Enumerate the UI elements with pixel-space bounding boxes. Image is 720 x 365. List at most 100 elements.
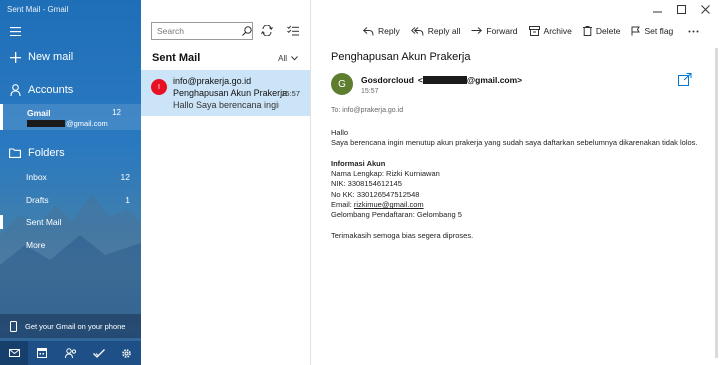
message-toolbar: Reply Reply all Forward Archive Delete S… bbox=[363, 24, 714, 38]
forward-icon bbox=[471, 26, 483, 34]
folder-sent-mail[interactable]: Sent Mail bbox=[0, 212, 141, 232]
account-gmail[interactable]: Gmail 12 @gmail.com bbox=[0, 104, 141, 130]
open-in-new-window-button[interactable] bbox=[678, 73, 692, 87]
folder-name: Drafts bbox=[26, 195, 49, 205]
reply-icon bbox=[363, 26, 374, 36]
search-box[interactable] bbox=[151, 22, 253, 40]
filter-value: All bbox=[278, 54, 287, 63]
reply-all-button[interactable]: Reply all bbox=[410, 26, 461, 36]
email-body: Hallo Saya berencana ingin menutup akun … bbox=[331, 128, 698, 241]
maximize-button[interactable] bbox=[670, 3, 692, 17]
folder-count: 12 bbox=[120, 172, 130, 182]
folder-name: Inbox bbox=[26, 172, 47, 182]
phone-icon bbox=[10, 320, 17, 332]
close-icon bbox=[700, 4, 710, 16]
body-blank bbox=[331, 221, 698, 231]
sender-name: Gosdorcloud bbox=[361, 75, 414, 85]
trash-icon bbox=[582, 26, 592, 36]
body-heading: Informasi Akun bbox=[331, 158, 386, 168]
forward-button[interactable]: Forward bbox=[471, 26, 518, 36]
new-mail-label: New mail bbox=[28, 51, 74, 63]
message-subject: Penghapusan Akun Prakerja bbox=[173, 88, 288, 98]
minimize-icon bbox=[652, 5, 662, 15]
popout-icon bbox=[678, 73, 692, 86]
folders-button[interactable]: Folders bbox=[0, 145, 141, 161]
search-icon[interactable] bbox=[241, 24, 252, 38]
account-unread-count: 12 bbox=[112, 108, 121, 117]
reply-all-icon bbox=[410, 26, 424, 36]
account-email: @gmail.com bbox=[27, 119, 108, 128]
archive-button[interactable]: Archive bbox=[528, 26, 572, 36]
ellipsis-icon bbox=[688, 30, 699, 32]
settings-icon[interactable] bbox=[113, 341, 141, 365]
flag-icon bbox=[631, 26, 641, 36]
list-item[interactable]: I info@prakerja.go.id Penghapusan Akun P… bbox=[141, 70, 310, 116]
set-flag-button[interactable]: Set flag bbox=[631, 26, 673, 36]
reply-button[interactable]: Reply bbox=[363, 26, 400, 36]
archive-label: Archive bbox=[543, 26, 572, 36]
accounts-button[interactable]: Accounts bbox=[0, 82, 141, 98]
body-blank bbox=[331, 149, 698, 159]
people-icon[interactable] bbox=[56, 341, 84, 365]
message-preview: Hallo Saya berencana ingin m bbox=[173, 100, 279, 110]
body-line: Terimakasih semoga bias segera diproses. bbox=[331, 230, 474, 240]
filter-dropdown[interactable]: All bbox=[278, 54, 298, 63]
chevron-down-icon bbox=[291, 54, 298, 63]
sender-line: Gosdorcloud < @gmail.com> bbox=[361, 75, 522, 85]
get-gmail-label: Get your Gmail on your phone bbox=[25, 321, 126, 331]
folder-inbox[interactable]: Inbox 12 bbox=[0, 167, 141, 187]
body-line: Nama Lengkap: Rizki Kurniawan bbox=[331, 169, 440, 179]
folder-title: Sent Mail bbox=[152, 52, 201, 64]
maximize-icon bbox=[676, 4, 686, 16]
person-icon bbox=[8, 83, 22, 97]
todo-icon[interactable] bbox=[85, 341, 113, 365]
scrollbar[interactable] bbox=[715, 48, 718, 358]
sync-icon bbox=[261, 24, 273, 38]
minimize-button[interactable] bbox=[646, 3, 668, 17]
message-list-pane: Sent Mail All I info@prakerja.go.id Peng… bbox=[141, 0, 311, 365]
close-button[interactable] bbox=[694, 3, 716, 17]
sync-button[interactable] bbox=[258, 22, 276, 40]
folder-name: More bbox=[26, 240, 46, 250]
reading-pane: Reply Reply all Forward Archive Delete S… bbox=[311, 0, 720, 365]
sender-email-suffix: @gmail.com> bbox=[466, 75, 523, 85]
folder-name: Sent Mail bbox=[26, 217, 62, 227]
new-mail-button[interactable]: New mail bbox=[0, 49, 141, 65]
folder-icon bbox=[8, 146, 22, 160]
folder-count: 1 bbox=[125, 195, 130, 205]
plus-icon bbox=[8, 50, 22, 64]
accounts-label: Accounts bbox=[28, 84, 74, 96]
window-title: Sent Mail - Gmail bbox=[7, 5, 69, 14]
folder-more[interactable]: More bbox=[0, 235, 141, 255]
calendar-icon[interactable] bbox=[28, 341, 56, 365]
body-line: Gelombang Pendaftaran: Gelombang 5 bbox=[331, 210, 462, 220]
email-link[interactable]: rizkimue@gmail.com bbox=[354, 200, 424, 209]
redacted-box bbox=[27, 120, 65, 127]
email-subject: Penghapusan Akun Prakerja bbox=[331, 51, 471, 63]
reply-all-label: Reply all bbox=[427, 26, 461, 36]
email-time: 15:57 bbox=[361, 88, 379, 95]
redacted-box bbox=[422, 76, 467, 84]
delete-label: Delete bbox=[595, 26, 621, 36]
reply-label: Reply bbox=[378, 26, 400, 36]
checklist-icon bbox=[287, 25, 299, 38]
archive-icon bbox=[528, 26, 540, 36]
search-input[interactable] bbox=[157, 24, 241, 38]
forward-label: Forward bbox=[486, 26, 518, 36]
selection-mode-button[interactable] bbox=[284, 22, 302, 40]
get-gmail-on-phone-button[interactable]: Get your Gmail on your phone bbox=[0, 314, 141, 338]
more-actions-button[interactable] bbox=[688, 30, 703, 33]
folders-label: Folders bbox=[28, 147, 65, 159]
body-line: Saya berencana ingin menutup akun praker… bbox=[331, 138, 698, 148]
sidebar: Sent Mail - Gmail New mail Accounts Gmai… bbox=[0, 0, 141, 365]
folder-drafts[interactable]: Drafts 1 bbox=[0, 190, 141, 210]
hamburger-icon bbox=[8, 24, 22, 38]
avatar: I bbox=[151, 79, 167, 95]
recipient-line: To: info@prakerja.go.id bbox=[331, 107, 404, 114]
message-from: info@prakerja.go.id bbox=[173, 76, 252, 86]
hamburger-button[interactable] bbox=[0, 24, 141, 38]
delete-button[interactable]: Delete bbox=[582, 26, 621, 36]
account-name: Gmail bbox=[27, 108, 51, 118]
mail-icon[interactable] bbox=[0, 341, 29, 365]
body-line: NIK: 3308154612145 bbox=[331, 179, 402, 189]
